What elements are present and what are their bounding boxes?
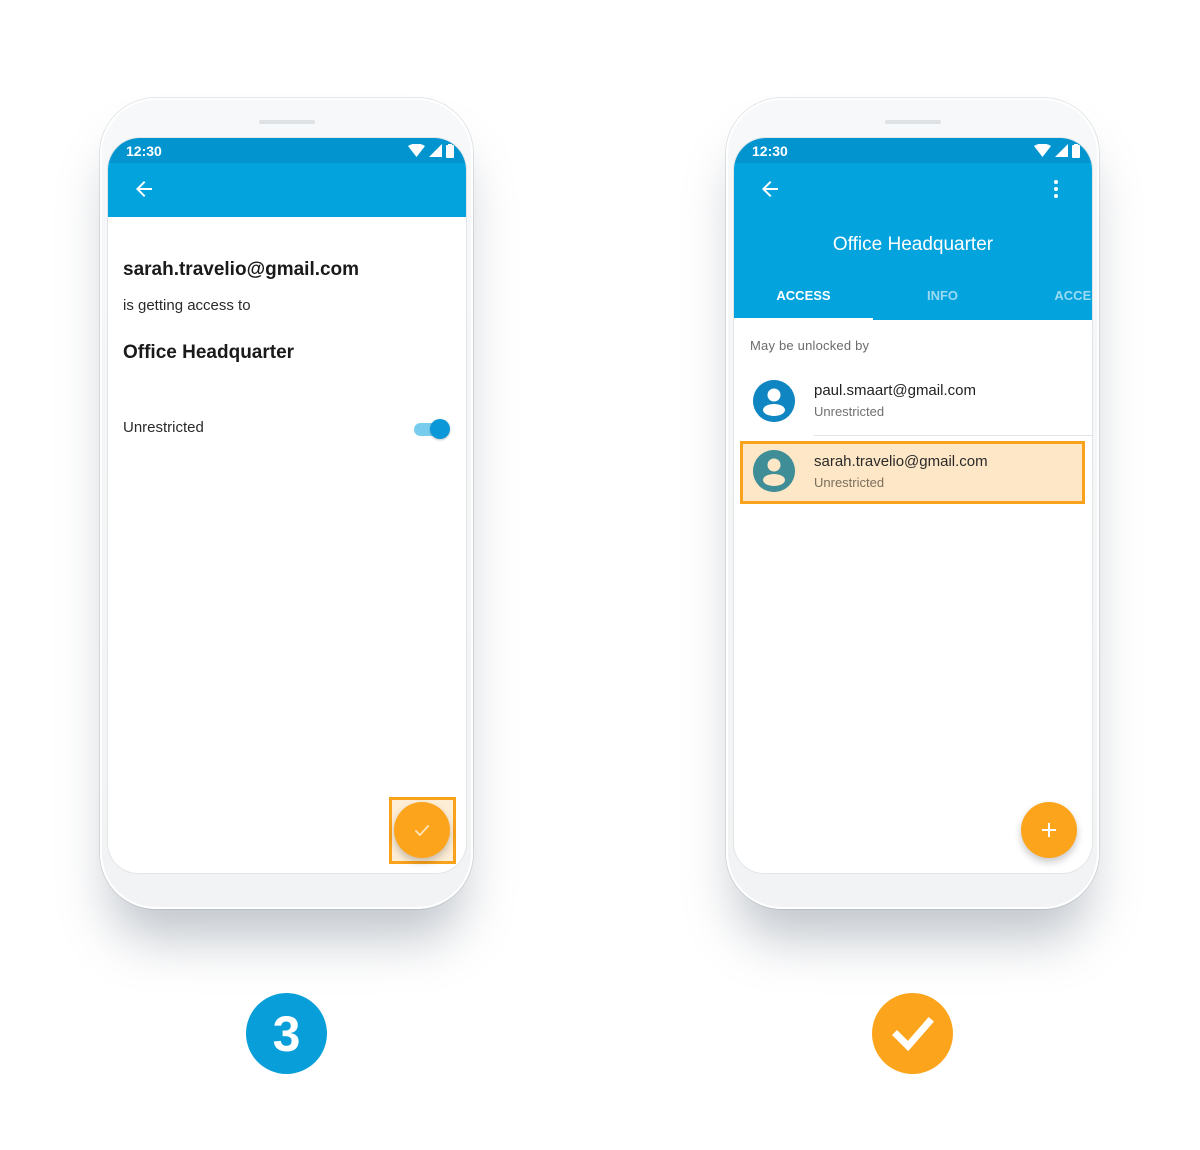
status-time: 12:30 bbox=[126, 142, 162, 159]
tab-bar: ACCESS INFO ACCESS bbox=[734, 270, 1092, 320]
arrow-back-icon[interactable] bbox=[132, 177, 156, 201]
user-email: sarah.travelio@gmail.com bbox=[814, 453, 988, 470]
battery-icon bbox=[1072, 143, 1080, 158]
phone-speaker bbox=[258, 120, 315, 124]
signal-icon bbox=[429, 144, 442, 157]
user-list-item-highlighted[interactable]: sarah.travelio@gmail.com Unrestricted bbox=[740, 441, 1085, 504]
wifi-icon bbox=[1034, 144, 1051, 157]
phone-mockup-step-3: 12:30 sarah.travelio@gmail.com is gettin… bbox=[100, 98, 473, 909]
user-email-heading: sarah.travelio@gmail.com bbox=[123, 259, 360, 280]
app-bar bbox=[108, 163, 466, 217]
access-subtext: is getting access to bbox=[123, 297, 251, 314]
user-list-item[interactable]: paul.smaart@gmail.com Unrestricted bbox=[734, 370, 1092, 434]
user-email: paul.smaart@gmail.com bbox=[814, 382, 976, 399]
unrestricted-toggle[interactable] bbox=[414, 419, 450, 439]
user-avatar-icon bbox=[753, 380, 795, 422]
screen: 12:30 Office Headquarter ACCESS INFO ACC… bbox=[734, 138, 1092, 873]
tab-access-secondary[interactable]: ACCESS bbox=[1012, 270, 1092, 320]
signal-icon bbox=[1055, 144, 1068, 157]
list-divider bbox=[814, 435, 1092, 436]
screen: 12:30 sarah.travelio@gmail.com is gettin… bbox=[108, 138, 466, 873]
confirm-fab-button[interactable] bbox=[394, 802, 450, 858]
lock-name: Office Headquarter bbox=[123, 342, 295, 363]
phone-mockup-result: 12:30 Office Headquarter ACCESS INFO ACC… bbox=[726, 98, 1099, 909]
status-bar: 12:30 bbox=[108, 138, 466, 163]
app-bar: Office Headquarter ACCESS INFO ACCESS bbox=[734, 163, 1092, 320]
tab-access[interactable]: ACCESS bbox=[734, 270, 873, 320]
step-number-badge: 3 bbox=[246, 993, 327, 1074]
step-complete-badge bbox=[872, 993, 953, 1074]
more-vertical-icon[interactable] bbox=[1044, 177, 1068, 201]
toggle-thumb bbox=[430, 419, 450, 439]
unrestricted-label: Unrestricted bbox=[123, 419, 204, 436]
user-access-type: Unrestricted bbox=[814, 475, 885, 490]
status-time: 12:30 bbox=[752, 142, 788, 159]
user-avatar-icon bbox=[753, 450, 795, 492]
phone-speaker bbox=[884, 120, 941, 124]
lock-title: Office Headquarter bbox=[832, 234, 994, 255]
tab-info[interactable]: INFO bbox=[873, 270, 1012, 320]
add-user-fab-button[interactable] bbox=[1021, 802, 1077, 858]
battery-icon bbox=[446, 143, 454, 158]
check-icon bbox=[891, 1016, 934, 1051]
wifi-icon bbox=[408, 144, 425, 157]
plus-icon bbox=[1042, 823, 1056, 837]
check-icon bbox=[414, 824, 430, 837]
user-access-type: Unrestricted bbox=[814, 404, 885, 419]
section-label: May be unlocked by bbox=[750, 338, 870, 353]
arrow-back-icon[interactable] bbox=[758, 177, 782, 201]
status-bar: 12:30 bbox=[734, 138, 1092, 163]
